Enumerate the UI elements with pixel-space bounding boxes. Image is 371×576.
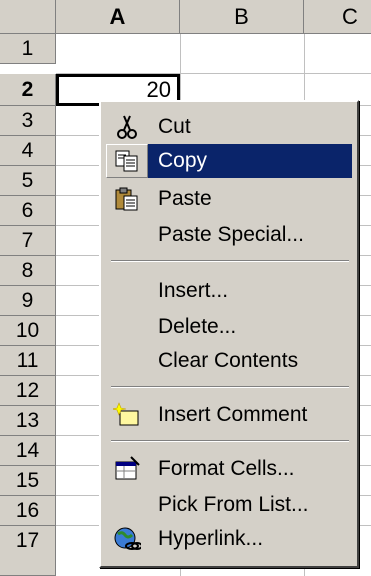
menu-item-paste[interactable]: Paste [106,182,352,216]
row-header-11[interactable]: 11 [0,346,56,376]
row-header-1[interactable]: 1 [0,34,56,64]
row-header-2[interactable]: 2 [0,74,56,106]
row-header-6[interactable]: 6 [0,196,56,226]
menu-item-delete[interactable]: Delete... [106,310,352,344]
row-header-4[interactable]: 4 [0,136,56,166]
menu-separator [111,440,349,442]
column-header-c[interactable]: C [304,0,371,34]
row-header-10[interactable]: 10 [0,316,56,346]
menu-item-cut[interactable]: Cut [106,110,352,144]
row-header-16[interactable]: 16 [0,496,56,526]
comment-icon [106,398,148,432]
row-header-13[interactable]: 13 [0,406,56,436]
row-header-3[interactable]: 3 [0,106,56,136]
row-header-14[interactable]: 14 [0,436,56,466]
menu-item-label: Hyperlink... [158,527,264,550]
menu-item-pick-from-list[interactable]: Pick From List... [106,488,352,522]
column-header-b[interactable]: B [180,0,304,34]
menu-item-label: Pick From List... [158,493,309,516]
menu-item-clear-contents[interactable]: Clear Contents [106,344,352,378]
menu-item-label: Delete... [158,315,237,338]
copy-icon [106,144,148,178]
menu-separator [111,260,349,262]
row-header-12[interactable]: 12 [0,376,56,406]
row-header-9[interactable]: 9 [0,286,56,316]
row-header-17[interactable]: 17 [0,526,56,576]
row-header-15[interactable]: 15 [0,466,56,496]
row-header-7[interactable]: 7 [0,226,56,256]
paste-icon [106,182,148,216]
menu-item-label: Insert Comment [158,403,308,426]
menu-item-hyperlink[interactable]: Hyperlink... [106,522,352,556]
row-header-8[interactable]: 8 [0,256,56,286]
menu-item-format-cells[interactable]: Format Cells... [106,452,352,486]
menu-item-label: Clear Contents [158,349,299,372]
menu-item-insert-comment[interactable]: Insert Comment [106,398,352,432]
menu-item-insert[interactable]: Insert... [106,274,352,308]
menu-item-label: Insert... [158,279,229,302]
menu-item-label: Cut [158,115,191,138]
menu-item-paste-special[interactable]: Paste Special... [106,218,352,252]
format-cells-icon [106,452,148,486]
scissors-icon [106,110,148,144]
menu-item-label: Copy [158,149,208,172]
menu-item-label: Paste [158,187,212,210]
select-all-corner[interactable] [0,0,56,34]
column-header-a[interactable]: A [56,0,180,34]
row-header-5[interactable]: 5 [0,166,56,196]
menu-item-label: Paste Special... [158,223,304,246]
context-menu: Cut Copy Paste Paste Special... Insert..… [99,100,359,568]
menu-item-label: Format Cells... [158,457,295,480]
hyperlink-icon [106,522,148,556]
menu-item-copy[interactable]: Copy [106,144,352,178]
menu-separator [111,386,349,388]
